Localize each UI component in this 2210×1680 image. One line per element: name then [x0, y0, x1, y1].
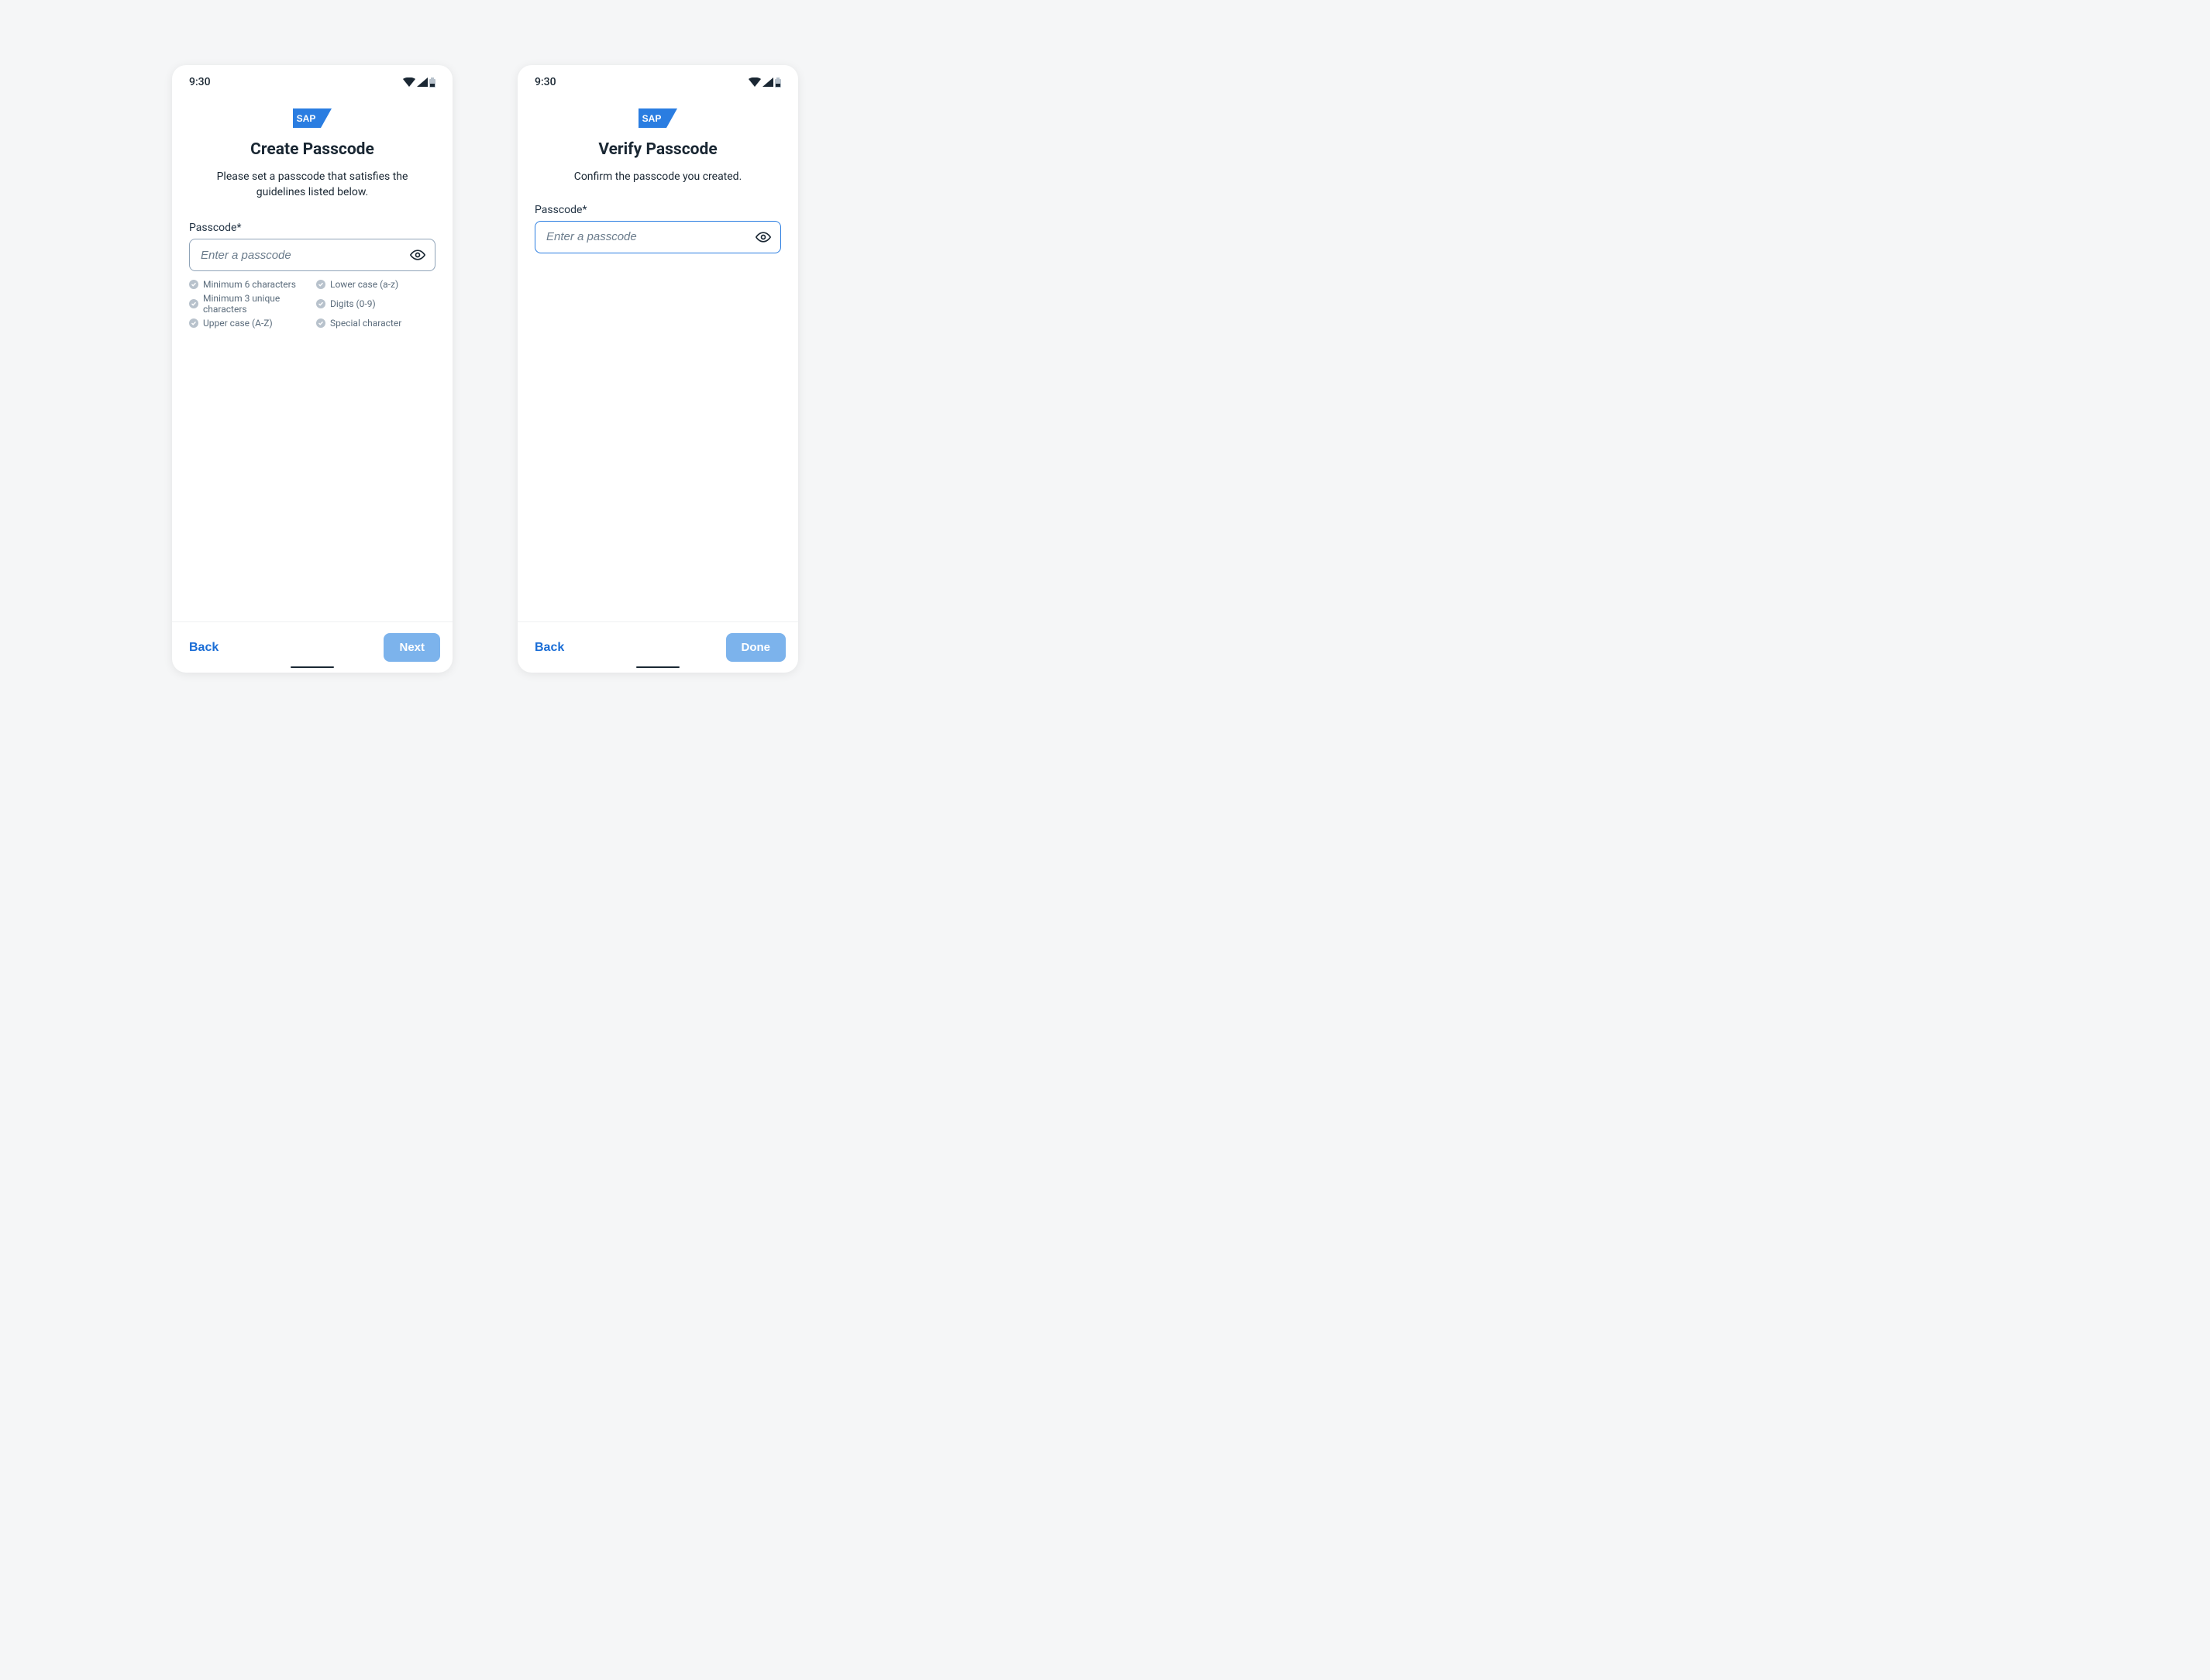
rule-digits: Digits (0-9): [316, 293, 435, 315]
status-icons: [403, 77, 435, 88]
passcode-input[interactable]: [546, 230, 756, 243]
rule-label: Minimum 3 unique characters: [203, 293, 308, 315]
rule-unique-chars: Minimum 3 unique characters: [189, 293, 308, 315]
status-time: 9:30: [535, 76, 556, 88]
check-icon: [189, 318, 198, 328]
footer-bar: Back Done: [518, 621, 798, 673]
footer-bar: Back Next: [172, 621, 453, 673]
wifi-icon: [749, 77, 761, 87]
done-button[interactable]: Done: [726, 633, 787, 662]
verify-passcode-screen: 9:30 SAP Verify Passcode Confirm the pas…: [518, 65, 798, 673]
check-icon: [316, 299, 325, 308]
passcode-input[interactable]: [201, 249, 410, 262]
status-icons: [749, 77, 781, 88]
battery-icon: [775, 77, 781, 88]
battery-icon: [429, 77, 435, 88]
rule-label: Special character: [330, 318, 401, 329]
check-icon: [316, 280, 325, 289]
cellular-icon: [417, 77, 428, 87]
rule-special: Special character: [316, 318, 435, 329]
rule-min-chars: Minimum 6 characters: [189, 279, 308, 290]
back-button[interactable]: Back: [184, 636, 223, 659]
status-bar: 9:30: [172, 65, 453, 95]
passcode-label: Passcode*: [535, 204, 781, 216]
passcode-rules: Minimum 6 characters Lower case (a-z) Mi…: [172, 271, 453, 329]
passcode-label: Passcode*: [189, 222, 435, 234]
svg-text:SAP: SAP: [642, 113, 662, 124]
status-time: 9:30: [189, 76, 211, 88]
rule-label: Minimum 6 characters: [203, 279, 296, 290]
svg-text:SAP: SAP: [297, 113, 316, 124]
page-title: Create Passcode: [172, 140, 453, 159]
rule-label: Digits (0-9): [330, 298, 376, 309]
page-subtitle: Confirm the passcode you created.: [518, 170, 798, 185]
rule-label: Upper case (A-Z): [203, 318, 273, 329]
toggle-visibility-icon[interactable]: [410, 247, 425, 263]
back-button[interactable]: Back: [530, 636, 569, 659]
wifi-icon: [403, 77, 415, 87]
check-icon: [316, 318, 325, 328]
check-icon: [189, 280, 198, 289]
passcode-input-wrapper[interactable]: [189, 239, 435, 271]
create-passcode-screen: 9:30 SAP Create Passcode Please set a pa…: [172, 65, 453, 673]
cellular-icon: [762, 77, 773, 87]
sap-logo: SAP: [639, 108, 677, 128]
page-subtitle: Please set a passcode that satisfies the…: [172, 170, 453, 200]
passcode-input-wrapper[interactable]: [535, 221, 781, 253]
page-title: Verify Passcode: [518, 140, 798, 159]
next-button[interactable]: Next: [384, 633, 440, 662]
home-indicator: [291, 666, 334, 668]
home-indicator: [636, 666, 680, 668]
toggle-visibility-icon[interactable]: [756, 229, 771, 245]
rule-lowercase: Lower case (a-z): [316, 279, 435, 290]
rule-label: Lower case (a-z): [330, 279, 398, 290]
check-icon: [189, 299, 198, 308]
sap-logo: SAP: [293, 108, 332, 128]
rule-uppercase: Upper case (A-Z): [189, 318, 308, 329]
status-bar: 9:30: [518, 65, 798, 95]
